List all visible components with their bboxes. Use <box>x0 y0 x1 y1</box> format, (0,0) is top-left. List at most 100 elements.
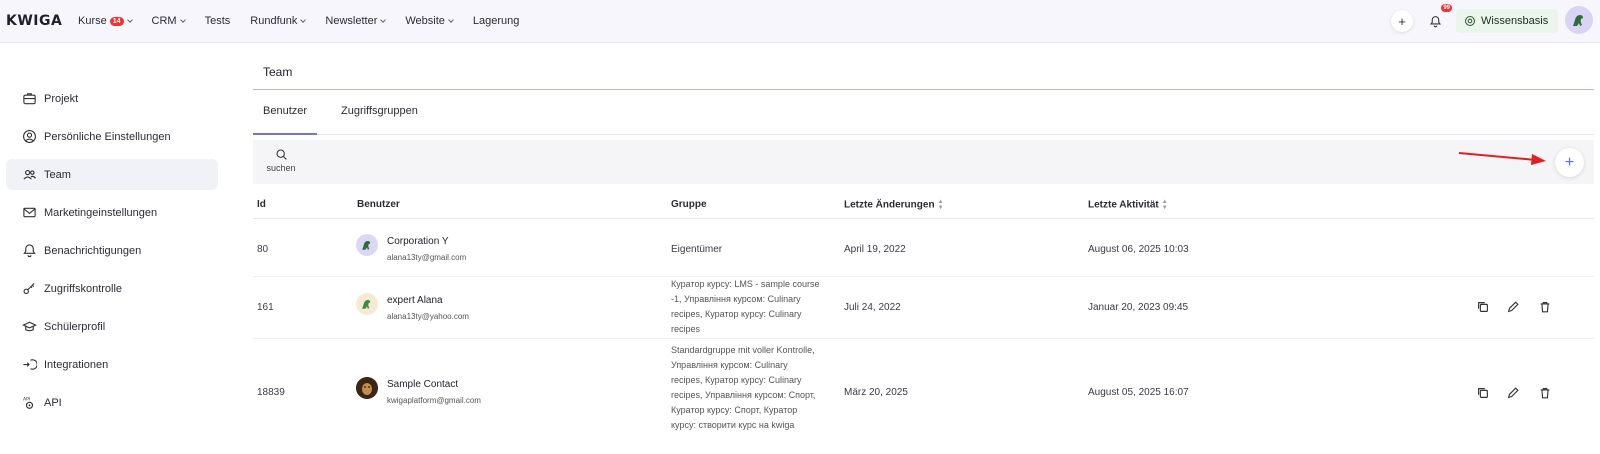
graduation-cap-icon <box>22 321 37 332</box>
column-header-group: Gruppe <box>671 199 707 210</box>
chevron-down-icon <box>380 16 387 23</box>
last-activity: August 06, 2025 10:03 <box>1088 244 1189 255</box>
integration-icon <box>23 359 37 370</box>
nav-item-rundfunk[interactable]: Rundfunk <box>250 15 307 27</box>
column-header-last-changes[interactable]: Letzte Änderungen ▲ ▼ <box>844 199 944 211</box>
user-name[interactable]: Corporation Y <box>387 236 466 247</box>
copy-icon[interactable] <box>1476 386 1490 400</box>
user-id: 80 <box>257 244 269 255</box>
user-info: expert Alana alana13ty@yahoo.com <box>387 295 469 321</box>
table-row[interactable]: 161 expert Alana alana13ty@yahoo.com Кур… <box>253 277 1594 339</box>
users-table-header: Id Benutzer Gruppe Letzte Änderungen ▲ ▼ L… <box>253 191 1594 219</box>
user-name[interactable]: expert Alana <box>387 295 469 306</box>
plus-icon: + <box>1564 153 1575 171</box>
pencil-icon[interactable] <box>1506 386 1520 400</box>
dog-photo-avatar-icon <box>356 377 378 399</box>
main-nav: Kurse 14 CRM Tests Rundfunk Newsletter W… <box>78 0 539 42</box>
column-header-user: Benutzer <box>357 199 400 210</box>
sort-icon: ▲ ▼ <box>937 199 944 211</box>
dinosaur-avatar-icon <box>362 300 371 309</box>
user-group: Куратор курсу: LMS - sample course -1, У… <box>671 279 820 334</box>
pencil-icon[interactable] <box>1506 300 1520 314</box>
nav-item-tests[interactable]: Tests <box>205 15 231 27</box>
user-avatar <box>356 377 378 399</box>
last-changes: April 19, 2022 <box>844 244 906 255</box>
nav-item-newsletter[interactable]: Newsletter <box>325 15 387 27</box>
trash-icon[interactable] <box>1538 300 1552 314</box>
user-name[interactable]: Sample Contact <box>387 379 481 390</box>
page-title: Team <box>263 65 293 79</box>
bell-icon <box>1429 15 1441 27</box>
last-activity: August 05, 2025 16:07 <box>1088 387 1189 398</box>
sidebar-item-persoenliche-einstellungen[interactable]: Persönliche Einstellungen <box>6 121 218 152</box>
users-icon <box>23 169 37 180</box>
mail-icon <box>23 207 36 218</box>
user-email: kwigaplatform@gmail.com <box>387 396 481 405</box>
table-row[interactable]: 18839 Sample Contact kwigaplatform@gmail… <box>253 345 1594 441</box>
sidebar-item-benachrichtigungen[interactable]: Benachrichtigungen <box>6 235 218 266</box>
trash-icon[interactable] <box>1538 386 1552 400</box>
nav-item-lagerung[interactable]: Lagerung <box>473 15 520 27</box>
team-tabs: Benutzer Zugriffsgruppen <box>253 101 1594 135</box>
sidebar-item-api[interactable]: API API <box>6 387 218 418</box>
kurse-count-badge: 14 <box>109 16 124 26</box>
column-header-last-activity[interactable]: Letzte Aktivität ▲ ▼ <box>1088 199 1168 211</box>
user-avatar-menu[interactable] <box>1565 6 1593 34</box>
user-email: alana13ty@gmail.com <box>387 253 467 262</box>
user-id: 161 <box>257 302 274 313</box>
api-gear-icon: API <box>23 397 34 409</box>
lifebuoy-icon <box>1464 15 1476 27</box>
user-avatar <box>356 234 378 256</box>
nav-item-kurse[interactable]: Kurse 14 <box>78 15 133 27</box>
svg-text:API: API <box>23 397 30 403</box>
search-button[interactable]: suchen <box>263 148 299 173</box>
tab-benutzer[interactable]: Benutzer <box>253 105 318 135</box>
top-navigation-bar: KWIGA Kurse 14 CRM Tests Rundfunk Newsle… <box>0 0 1600 43</box>
sidebar-item-zugriffskontrolle[interactable]: Zugriffskontrolle <box>6 273 218 304</box>
search-label: suchen <box>266 163 296 173</box>
red-annotation-arrow-icon <box>1458 152 1546 165</box>
sidebar-item-schuelerprofil[interactable]: Schülerprofil <box>6 311 218 342</box>
table-toolbar: suchen + <box>253 140 1594 184</box>
user-info: Sample Contact kwigaplatform@gmail.com <box>387 379 481 405</box>
bell-icon <box>23 244 36 258</box>
add-user-button[interactable]: + <box>1555 148 1584 177</box>
user-avatar <box>356 293 378 315</box>
nav-item-website[interactable]: Website <box>405 15 454 27</box>
notifications-button[interactable]: 99 <box>1424 4 1452 32</box>
column-header-id: Id <box>257 199 266 210</box>
quick-add-button[interactable]: + <box>1391 10 1413 32</box>
notifications-count-badge: 99 <box>1441 4 1452 12</box>
briefcase-icon <box>23 93 36 105</box>
kwiga-logo[interactable]: KWIGA <box>6 13 62 29</box>
last-activity: Januar 20, 2023 09:45 <box>1088 302 1189 313</box>
nav-item-crm[interactable]: CRM <box>152 15 186 27</box>
sidebar-item-integrationen[interactable]: Integrationen <box>6 349 218 380</box>
chevron-down-icon <box>179 16 186 23</box>
tab-zugriffsgruppen[interactable]: Zugriffsgruppen <box>341 105 418 135</box>
dinosaur-avatar-icon <box>1573 15 1583 26</box>
sort-icon: ▲ ▼ <box>1161 199 1168 211</box>
key-icon <box>23 282 35 295</box>
plus-icon: + <box>1398 13 1406 29</box>
title-divider <box>253 89 1594 90</box>
table-row[interactable]: 80 Corporation Y alana13ty@gmail.com Eig… <box>253 220 1594 277</box>
knowledge-base-button[interactable]: Wissensbasis <box>1456 9 1559 33</box>
last-changes: Juli 24, 2022 <box>844 302 901 313</box>
dinosaur-avatar-icon <box>362 241 371 250</box>
sidebar-item-marketingeinstellungen[interactable]: Marketingeinstellungen <box>6 197 218 228</box>
sidebar-item-team[interactable]: Team <box>6 159 218 190</box>
chevron-down-icon <box>126 16 133 23</box>
copy-icon[interactable] <box>1476 300 1490 314</box>
settings-sidebar: Projekt Persönliche Einstellungen Team M… <box>6 83 218 425</box>
sidebar-item-projekt[interactable]: Projekt <box>6 83 218 114</box>
user-info: Corporation Y alana13ty@gmail.com <box>387 236 466 262</box>
user-group: Standardgruppe mit voller Kontrolle, Упр… <box>671 345 816 430</box>
user-group: Eigentümer <box>671 244 723 255</box>
user-email: alana13ty@yahoo.com <box>387 312 469 321</box>
last-changes: März 20, 2025 <box>844 387 908 398</box>
user-circle-icon <box>23 130 36 143</box>
search-icon <box>276 149 287 160</box>
chevron-down-icon <box>448 16 454 23</box>
chevron-down-icon <box>300 16 307 23</box>
